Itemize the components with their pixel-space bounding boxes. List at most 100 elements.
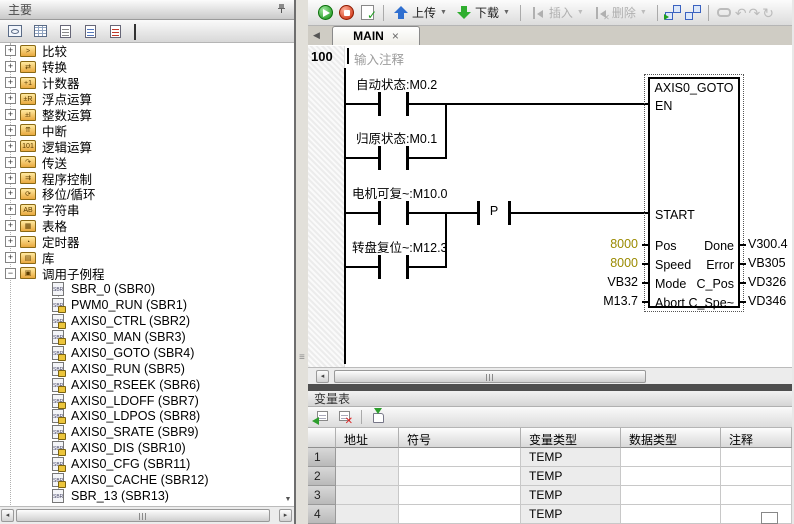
expand-box-icon[interactable]: + [5, 220, 16, 231]
axis0-goto-block[interactable]: AXIS0_GOTO EN START PosSpeedModeAbortDon… [648, 77, 740, 308]
input-operand[interactable]: 8000 [574, 237, 638, 251]
tree-subroutine-item[interactable]: SBRAXIS0_RSEEK (SBR6) [0, 377, 294, 393]
contact-operand[interactable]: 电机可复~:M10.0 [352, 183, 448, 202]
contact-operand[interactable]: 转盘复位~:M12.3 [352, 237, 448, 256]
contact-bar[interactable] [378, 92, 381, 116]
compile-button[interactable]: ✓ [361, 5, 374, 20]
expand-box-icon[interactable]: + [5, 93, 16, 104]
tree-subroutine-item[interactable]: SBRAXIS0_CFG (SBR11) [0, 456, 294, 472]
cell-var-type[interactable]: TEMP [521, 467, 621, 486]
tree-hscroll-thumb[interactable] [16, 509, 270, 522]
contact-bar[interactable] [378, 146, 381, 170]
download-table-button[interactable] [370, 409, 388, 425]
insert-row-button[interactable] [313, 409, 331, 425]
vertical-splitter[interactable]: ≡ [296, 0, 308, 524]
cell-symbol[interactable] [399, 505, 521, 524]
contact-bar[interactable] [378, 255, 381, 279]
pause-status-icon[interactable] [684, 5, 702, 20]
cell-comment[interactable] [721, 467, 792, 486]
cell-symbol[interactable] [399, 486, 521, 505]
delete-row-button[interactable]: ✕ [335, 409, 353, 425]
pin-icon[interactable] [277, 3, 286, 17]
table-row[interactable]: 4TEMP [308, 505, 792, 524]
status-chart-icon[interactable] [54, 22, 76, 41]
edge-contact-label[interactable]: P [480, 204, 508, 218]
output-operand[interactable]: VB305 [748, 256, 786, 270]
cell-var-type[interactable]: TEMP [521, 448, 621, 467]
expand-box-icon[interactable]: + [5, 236, 16, 247]
run-button[interactable] [318, 5, 333, 20]
input-operand[interactable]: VB32 [574, 275, 638, 289]
cross-reference-icon[interactable] [104, 22, 126, 41]
ladder-canvas[interactable]: 100 输入注释 自动状态:M0.2 归原状态:M0.1 电机可复~:M10.0 [308, 46, 792, 367]
horizontal-splitter[interactable] [308, 384, 792, 391]
expand-box-icon[interactable]: + [5, 141, 16, 152]
tree-subroutine-item[interactable]: SBRAXIS0_DIS (SBR10) [0, 440, 294, 456]
table-row[interactable]: 2TEMP [308, 467, 792, 486]
collapse-box-icon[interactable]: − [5, 268, 16, 279]
cell-var-type[interactable]: TEMP [521, 486, 621, 505]
tree-subroutine-item[interactable]: SBRAXIS0_SRATE (SBR9) [0, 424, 294, 440]
tree-subroutine-item[interactable]: SBRSBR_13 (SBR13) [0, 488, 294, 504]
tree-subroutine-item[interactable]: SBRAXIS0_LDOFF (SBR7) [0, 393, 294, 409]
tab-close-icon[interactable]: × [392, 29, 399, 43]
input-operand[interactable]: 8000 [574, 256, 638, 270]
expand-box-icon[interactable]: + [5, 204, 16, 215]
expand-box-icon[interactable]: + [5, 125, 16, 136]
tree-item[interactable]: −▣调用子例程 [0, 265, 294, 281]
expand-box-icon[interactable]: + [5, 173, 16, 184]
header-var-type[interactable]: 变量类型 [521, 428, 621, 448]
input-operand[interactable]: M13.7 [574, 294, 638, 308]
tree-subroutine-item[interactable]: SBRAXIS0_GOTO (SBR4) [0, 345, 294, 361]
cell-data-type[interactable] [621, 505, 721, 524]
tree-subroutine-item[interactable]: SBRAXIS0_MAN (SBR3) [0, 329, 294, 345]
expand-box-icon[interactable]: + [5, 252, 16, 263]
symbol-table-icon[interactable] [29, 22, 51, 41]
data-block-icon[interactable] [79, 22, 101, 41]
tree-hscrollbar[interactable]: ◂ ▸ [0, 506, 294, 524]
expand-box-icon[interactable]: + [5, 109, 16, 120]
contact-operand[interactable]: 自动状态:M0.2 [356, 74, 437, 93]
header-data-type[interactable]: 数据类型 [621, 428, 721, 448]
delete-button[interactable]: ✕ 删除 ▼ [590, 2, 651, 23]
tree-hscroll-right-icon[interactable]: ▸ [279, 509, 292, 522]
cell-address[interactable] [336, 486, 399, 505]
ladder-hscroll-left-icon[interactable]: ◂ [316, 370, 329, 383]
cell-comment[interactable] [721, 486, 792, 505]
table-row[interactable]: 1TEMP [308, 448, 792, 467]
communications-icon[interactable] [129, 22, 151, 41]
tree-subroutine-item[interactable]: SBRSBR_0 (SBR0) [0, 281, 294, 297]
output-operand[interactable]: VD326 [748, 275, 786, 289]
expand-box-icon[interactable]: + [5, 157, 16, 168]
stop-button[interactable] [339, 5, 354, 20]
expand-box-icon[interactable]: + [5, 77, 16, 88]
cell-symbol[interactable] [399, 448, 521, 467]
cell-address[interactable] [336, 448, 399, 467]
table-row[interactable]: 3TEMP [308, 486, 792, 505]
cell-comment[interactable] [721, 505, 792, 524]
download-dropdown-icon[interactable]: ▼ [503, 9, 510, 16]
upload-button[interactable]: 上传 ▼ [390, 2, 451, 23]
tree-subroutine-item[interactable]: SBRAXIS0_RUN (SBR5) [0, 361, 294, 377]
output-operand[interactable]: VD346 [748, 294, 786, 308]
header-comment[interactable]: 注释 [721, 428, 792, 448]
cell-comment[interactable] [721, 448, 792, 467]
tree-subroutine-item[interactable]: SBRPWM0_RUN (SBR1) [0, 297, 294, 313]
expand-box-icon[interactable]: + [5, 61, 16, 72]
expand-box-icon[interactable]: + [5, 188, 16, 199]
insert-button[interactable]: 插入 ▼ [527, 2, 588, 23]
cell-address[interactable] [336, 505, 399, 524]
header-symbol[interactable]: 符号 [399, 428, 521, 448]
output-operand[interactable]: V300.4 [748, 237, 788, 251]
tree-hscroll-left-icon[interactable]: ◂ [1, 509, 14, 522]
download-button[interactable]: 下载 ▼ [453, 2, 514, 23]
header-address[interactable]: 地址 [336, 428, 399, 448]
tab-main[interactable]: MAIN × [332, 26, 420, 45]
expand-box-icon[interactable]: + [5, 45, 16, 56]
cell-symbol[interactable] [399, 467, 521, 486]
contact-operand[interactable]: 归原状态:M0.1 [356, 128, 437, 147]
cell-data-type[interactable] [621, 448, 721, 467]
tree-subroutine-item[interactable]: SBRAXIS0_CACHE (SBR12) [0, 472, 294, 488]
cell-data-type[interactable] [621, 486, 721, 505]
tab-scroll-left-icon[interactable]: ◀ [313, 30, 320, 41]
